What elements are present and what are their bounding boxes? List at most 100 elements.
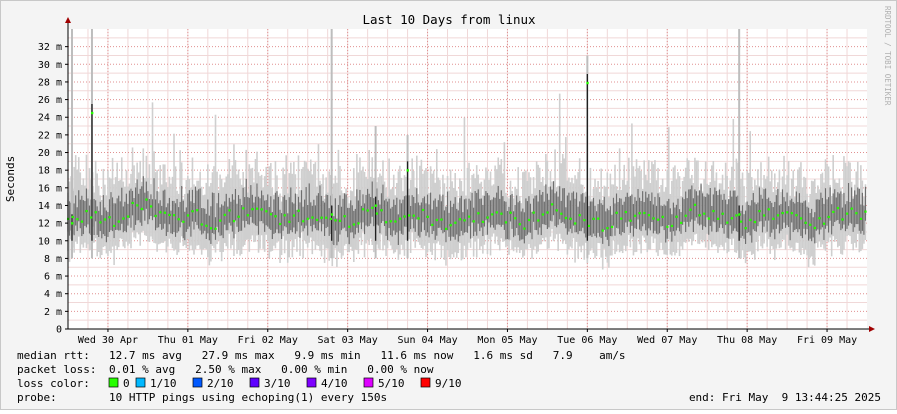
median-point <box>421 208 425 212</box>
median-point <box>228 209 231 212</box>
median-point <box>527 218 531 222</box>
y-tick-label: 10 m <box>38 236 62 247</box>
median-point <box>638 212 641 215</box>
packet-loss-values: 0.01 % avg 2.50 % max 0.00 % min 0.00 % … <box>109 363 434 376</box>
y-tick-label: 16 m <box>38 183 62 194</box>
median-point <box>486 216 489 219</box>
median-point <box>738 213 741 216</box>
median-point <box>454 221 457 224</box>
median-point <box>71 215 74 219</box>
median-point <box>70 222 74 225</box>
x-tick-label: Fri 02 May <box>238 335 298 346</box>
loss-color-swatch <box>363 377 374 388</box>
probe-label: probe: <box>17 391 57 404</box>
y-tick-label: 8 m <box>44 254 62 265</box>
median-point <box>601 229 604 232</box>
median-point <box>302 220 305 223</box>
y-tick-labels: 0 2 m 4 m 6 m 8 m 10 m 12 m 14 m 16 m 18 m 20 m 22 … <box>38 42 68 336</box>
median-point <box>537 219 540 222</box>
median-point <box>758 210 761 213</box>
median-point <box>726 221 729 224</box>
loss-color-label: 5/10 <box>378 377 405 390</box>
median-point <box>781 211 784 215</box>
median-point <box>716 217 720 220</box>
median-point <box>661 215 664 218</box>
median-point <box>306 217 309 220</box>
median-point <box>366 209 369 212</box>
median-point <box>90 111 94 115</box>
median-point <box>380 209 383 212</box>
x-tick-label: Wed 30 Apr <box>78 335 138 346</box>
median-point <box>495 211 498 214</box>
median-point <box>855 212 858 215</box>
y-axis-label: Seconds <box>4 156 17 202</box>
median-point <box>689 208 692 211</box>
median-point <box>477 212 480 215</box>
median-point <box>740 220 743 223</box>
median-point <box>643 211 646 215</box>
median-point <box>406 169 409 172</box>
median-point <box>620 217 623 220</box>
median-point <box>592 217 595 220</box>
median-point <box>330 213 334 216</box>
median-point <box>586 81 589 85</box>
median-point <box>131 201 134 205</box>
median-point <box>846 212 849 215</box>
median-point <box>219 219 222 222</box>
median-point <box>140 207 143 211</box>
median-point <box>597 217 600 220</box>
loss-color-label: 1/10 <box>150 377 177 390</box>
median-point <box>822 222 826 225</box>
median-point <box>523 227 526 230</box>
median-point <box>265 210 268 213</box>
median-point <box>790 212 793 215</box>
median-point <box>633 214 637 217</box>
median-point <box>629 219 632 222</box>
median-point <box>274 215 277 218</box>
median-point <box>191 210 194 213</box>
median-point <box>269 213 273 216</box>
x-tick-label: Sat 03 May <box>318 335 378 346</box>
loss-color-swatch <box>420 377 431 388</box>
median-point <box>730 217 733 220</box>
median-point <box>818 217 821 220</box>
x-tick-label: Sun 04 May <box>397 335 457 346</box>
median-point <box>237 215 240 218</box>
median-point <box>587 224 591 228</box>
median-point <box>504 221 508 224</box>
median-point <box>186 214 190 217</box>
median-point <box>149 205 153 208</box>
loss-color-label: 3/10 <box>264 377 291 390</box>
median-point <box>693 203 697 206</box>
median-point <box>113 224 116 228</box>
median-point <box>242 207 245 210</box>
median-point <box>325 216 328 219</box>
y-tick-label: 26 m <box>38 95 62 106</box>
median-point <box>786 211 789 214</box>
median-point <box>809 223 812 226</box>
median-point <box>804 221 807 224</box>
median-point <box>145 198 148 201</box>
median-point <box>468 215 471 218</box>
x-tick-label: Thu 08 May <box>717 335 777 346</box>
median-point <box>827 215 830 219</box>
median-point <box>652 217 655 220</box>
median-point <box>449 224 452 227</box>
median-point <box>352 223 355 226</box>
median-point <box>251 208 254 211</box>
median-point <box>564 216 568 220</box>
x-tick-label: Mon 05 May <box>477 335 537 346</box>
median-point <box>735 214 738 217</box>
median-point <box>555 209 558 212</box>
median-point <box>541 213 544 216</box>
median-point <box>491 213 494 216</box>
median-point <box>362 208 365 211</box>
median-point <box>444 227 448 230</box>
median-point <box>338 219 342 222</box>
median-point <box>440 218 443 221</box>
y-tick-label: 22 m <box>38 130 62 141</box>
median-point <box>126 215 130 218</box>
median-point <box>481 220 485 223</box>
median-point <box>371 206 374 209</box>
median-point <box>246 214 249 217</box>
